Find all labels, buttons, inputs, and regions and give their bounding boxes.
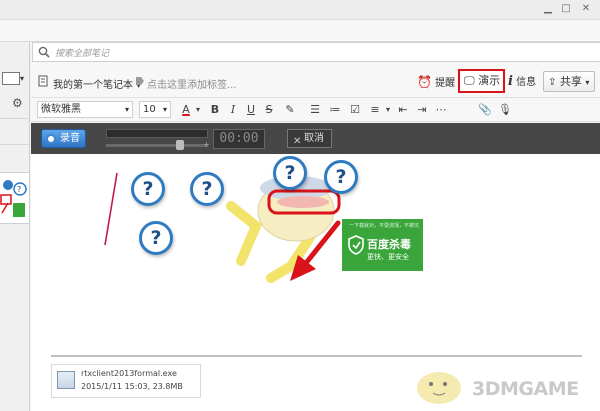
- recording-timer: 00:00: [213, 129, 265, 149]
- reminder-button[interactable]: ⏰ 提醒: [417, 72, 455, 92]
- present-label: 演示: [478, 74, 501, 87]
- panel-divider: [0, 144, 30, 145]
- search-input[interactable]: 搜索全部笔记: [55, 46, 109, 59]
- notebook-selector[interactable]: 我的第一个笔记本 ▾: [53, 76, 141, 91]
- shield-icon: [348, 235, 364, 255]
- attachment-icon[interactable]: 📎: [478, 101, 492, 118]
- alarm-clock-icon: ⏰: [417, 75, 432, 89]
- checkbox-icon[interactable]: ☑: [348, 101, 362, 118]
- info-button[interactable]: i 信息: [508, 72, 536, 92]
- font-family-value: 微软雅黑: [41, 104, 81, 115]
- ad-subtitle: 更快、更安全: [367, 253, 409, 261]
- present-button[interactable]: 🖵 演示: [458, 69, 505, 93]
- question-bubble-icon: ?: [131, 172, 165, 206]
- gear-icon[interactable]: ⚙: [12, 96, 23, 110]
- close-icon: ✕: [293, 136, 302, 147]
- attachment-filename: rtxclient2013formal.exe: [81, 369, 177, 378]
- indent-icon[interactable]: ⇥: [415, 101, 429, 118]
- top-toolbar-strip: [0, 20, 600, 42]
- close-button[interactable]: ✕: [578, 2, 594, 16]
- highlighter-icon[interactable]: ✎: [283, 101, 297, 118]
- search-bar[interactable]: 搜索全部笔记: [32, 42, 600, 62]
- note-list-panel: ▾ ⚙: [0, 42, 30, 411]
- presentation-icon: 🖵: [464, 74, 475, 87]
- baidu-antivirus-ad: 一下载就对，不耍流氓，不被坑 百度杀毒 更快、更安全: [342, 219, 423, 271]
- font-family-select[interactable]: 微软雅黑 ▾: [37, 101, 133, 118]
- volume-slider-handle[interactable]: [176, 140, 184, 150]
- more-options-icon[interactable]: ⋯: [434, 101, 448, 118]
- ad-title: 百度杀毒: [367, 238, 411, 251]
- minimize-button[interactable]: ▁: [540, 2, 556, 16]
- ad-top-text: 一下载就对，不耍流氓，不被坑: [349, 223, 420, 229]
- note-thumbnail-icon: ?: [0, 180, 27, 217]
- question-bubble-icon: ?: [139, 221, 173, 255]
- format-toolbar: 微软雅黑 ▾ 10 ▾ A ▾ B I U S ✎ ☰ ≔ ☑ ≡ ▾ ⇤ ⇥ …: [31, 98, 600, 122]
- question-bubble-icon: ?: [273, 156, 307, 190]
- content-divider: [51, 355, 582, 357]
- record-label: 录音: [60, 133, 80, 144]
- strikethrough-icon[interactable]: S: [262, 101, 276, 118]
- tag-input[interactable]: 点击这里添加标签...: [147, 76, 237, 91]
- question-bubble-icon: ?: [190, 172, 224, 206]
- chevron-down-icon: ▾: [124, 105, 129, 114]
- font-size-select[interactable]: 10 ▾: [139, 101, 171, 118]
- watermark: 3DMGAME: [472, 378, 579, 400]
- chevron-down-icon[interactable]: ▾: [191, 101, 205, 118]
- font-size-value: 10: [143, 104, 156, 115]
- volume-meter: [106, 129, 208, 138]
- notebook-name: 我的第一个笔记本: [53, 80, 133, 91]
- search-icon: [38, 46, 50, 58]
- red-arrow-icon: [290, 220, 341, 281]
- svg-text:?: ?: [17, 185, 21, 194]
- record-button[interactable]: 录音: [41, 129, 86, 148]
- exe-file-icon: [57, 371, 75, 389]
- info-icon: i: [508, 74, 513, 89]
- align-icon[interactable]: ≡: [368, 101, 382, 118]
- attachment-card[interactable]: rtxclient2013formal.exe 2015/1/11 15:03,…: [51, 364, 201, 398]
- question-bubble-icon: ?: [324, 160, 358, 194]
- watermark-mascot-icon: [417, 372, 461, 404]
- bold-icon[interactable]: B: [208, 101, 222, 118]
- record-icon: [46, 134, 56, 144]
- share-icon: ⇪: [548, 77, 557, 88]
- underline-icon[interactable]: U: [244, 101, 258, 118]
- chevron-down-icon[interactable]: ▾: [20, 74, 24, 83]
- chevron-down-icon[interactable]: ▾: [381, 101, 395, 118]
- bullet-list-icon[interactable]: ☰: [308, 101, 322, 118]
- note-editor[interactable]: ? ? ? ? ? 一下载就对，不耍流氓，不被坑 百度杀毒 更快、更安全 rtx…: [31, 154, 600, 411]
- panel-divider: [0, 118, 30, 119]
- numbered-list-icon[interactable]: ≔: [328, 101, 342, 118]
- note-header: 我的第一个笔记本 ▾ 点击这里添加标签... ⏰ 提醒 🖵 演示 i 信息 ⇪ …: [31, 62, 600, 98]
- attachment-meta: 2015/1/11 15:03, 23.8MB: [81, 382, 183, 391]
- outdent-icon[interactable]: ⇤: [396, 101, 410, 118]
- cancel-button[interactable]: ✕ 取消: [287, 129, 332, 148]
- share-label: 共享: [559, 75, 582, 88]
- italic-icon[interactable]: I: [226, 101, 240, 118]
- chevron-down-icon: ▾: [162, 105, 167, 114]
- volume-slider[interactable]: [106, 144, 208, 147]
- window-titlebar: ▁ □ ✕: [0, 0, 600, 20]
- chevron-down-icon: ▾: [585, 78, 590, 87]
- notebook-icon: [38, 75, 48, 87]
- microphone-icon[interactable]: 🎙: [498, 101, 512, 118]
- view-toggle-icon[interactable]: [2, 72, 20, 85]
- note-list-item[interactable]: ?: [0, 172, 30, 224]
- volume-max-icon: +: [203, 140, 210, 149]
- recording-bar: 录音 − + 00:00 ✕ 取消: [31, 123, 600, 154]
- maximize-button[interactable]: □: [558, 2, 574, 16]
- share-button[interactable]: ⇪ 共享 ▾: [543, 71, 595, 92]
- reminder-label: 提醒: [435, 78, 456, 89]
- info-label: 信息: [516, 77, 537, 88]
- pen-stroke: [104, 172, 118, 246]
- tag-icon: [136, 77, 144, 85]
- cancel-label: 取消: [304, 133, 324, 144]
